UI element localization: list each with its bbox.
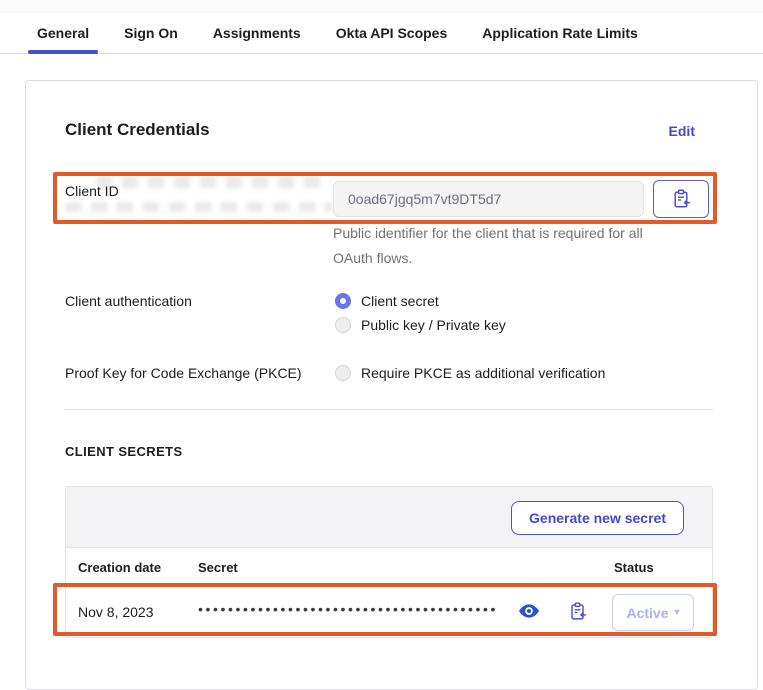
eye-icon [519,604,539,618]
pkce-option-label: Require PKCE as additional verification [361,365,605,381]
clipboard-copy-icon [569,602,587,621]
app-tab-bar: General Sign On Assignments Okta API Sco… [0,13,763,54]
pkce-checkbox[interactable] [335,365,351,381]
copy-client-id-button[interactable] [653,180,709,218]
copy-secret-button[interactable] [567,600,589,622]
tab-general[interactable]: General [28,13,98,53]
pkce-label: Proof Key for Code Exchange (PKCE) [65,365,302,381]
radio-public-private-key-label: Public key / Private key [361,317,506,333]
tab-assignments[interactable]: Assignments [204,13,310,53]
redaction-ghost [96,176,331,188]
page-top-strip [0,0,763,13]
tab-okta-api-scopes[interactable]: Okta API Scopes [327,13,457,53]
masked-secret-value: •••••••••••••••••••••••••••••••••••••••• [198,601,512,617]
section-divider [65,409,713,410]
client-secrets-table: Generate new secret Creation date Secret… [65,486,713,638]
chevron-down-icon: ▾ [675,607,680,618]
column-header-status: Status [614,560,654,575]
secret-creation-date: Nov 8, 2023 [78,604,154,620]
table-header-row: Creation date Secret Status [66,548,712,587]
column-header-secret: Secret [198,560,238,575]
client-id-input[interactable] [333,181,644,217]
tab-application-rate-limits[interactable]: Application Rate Limits [473,13,647,53]
radio-public-private-key[interactable] [335,317,351,333]
reveal-secret-button[interactable] [518,602,540,620]
client-authentication-label: Client authentication [65,293,192,309]
client-id-help-text: Public identifier for the client that is… [333,221,685,271]
radio-client-secret[interactable] [335,293,351,309]
client-secrets-toolbar: Generate new secret [66,487,712,548]
edit-link[interactable]: Edit [669,123,695,139]
generate-new-secret-button[interactable]: Generate new secret [511,501,684,535]
client-credentials-title: Client Credentials [65,120,210,140]
client-id-label: Client ID [65,183,119,199]
redaction-ghost [65,202,333,212]
tab-sign-on[interactable]: Sign On [115,13,187,53]
status-label: Active [626,605,668,621]
column-header-creation-date: Creation date [78,560,161,575]
client-secrets-title: CLIENT SECRETS [65,444,183,459]
table-row: Nov 8, 2023 ••••••••••••••••••••••••••••… [66,587,712,637]
client-credentials-card: Client Credentials Edit Client ID Public… [25,80,758,690]
clipboard-copy-icon [672,189,691,209]
radio-client-secret-label: Client secret [361,293,439,309]
status-dropdown-active[interactable]: Active ▾ [612,594,694,631]
